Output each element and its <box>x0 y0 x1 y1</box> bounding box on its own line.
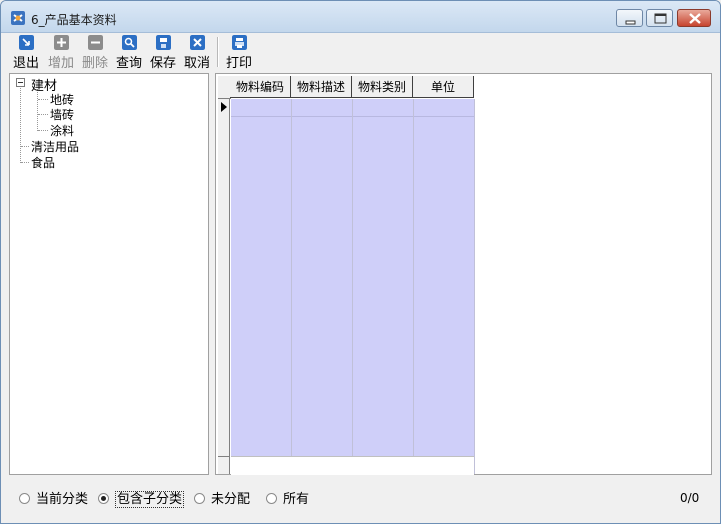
delete-button[interactable]: 删除 <box>78 35 112 71</box>
radio-unassigned[interactable] <box>194 493 205 504</box>
filter-current-category-label: 当前分类 <box>36 492 89 507</box>
row-header-column <box>218 99 230 456</box>
add-label: 增加 <box>47 56 74 71</box>
filter-current-category[interactable]: 当前分类 <box>19 488 88 507</box>
title-bar: 6_产品基本资料 <box>1 1 720 33</box>
tree-node-cleaning-supplies[interactable]: 清洁用品 <box>31 138 79 155</box>
save-label: 保存 <box>149 56 176 71</box>
add-button[interactable]: 增加 <box>44 35 78 71</box>
plus-icon <box>53 35 69 50</box>
filter-include-subcategories[interactable]: 包含子分类 <box>98 488 185 508</box>
tree-node-wall-tile[interactable]: 墙砖 <box>50 106 74 123</box>
tree-node-food[interactable]: 食品 <box>31 154 55 171</box>
filter-all[interactable]: 所有 <box>266 488 309 507</box>
search-icon <box>121 35 137 50</box>
minimize-button[interactable] <box>616 9 643 27</box>
tree-connector <box>38 99 48 100</box>
tree-connector <box>21 162 29 163</box>
app-icon <box>11 11 25 25</box>
query-button[interactable]: 查询 <box>112 35 146 71</box>
cancel-label: 取消 <box>183 56 210 71</box>
query-label: 查询 <box>115 56 142 71</box>
window-title: 6_产品基本资料 <box>31 13 117 27</box>
grid-column-line <box>474 99 475 474</box>
cancel-button[interactable]: 取消 <box>180 35 214 71</box>
tree-connector <box>38 114 48 115</box>
print-icon <box>231 35 247 50</box>
column-header-description[interactable]: 物料描述 <box>291 76 352 98</box>
current-row-pointer-icon <box>221 102 227 112</box>
grid-column-line <box>291 99 292 474</box>
exit-button[interactable]: 退出 <box>9 35 43 71</box>
close-button[interactable] <box>677 9 711 27</box>
tree-collapse-toggle[interactable] <box>16 78 25 87</box>
print-button[interactable]: 打印 <box>222 35 256 71</box>
filter-include-subcategories-label: 包含子分类 <box>115 491 185 508</box>
row-header-footer <box>218 456 230 474</box>
tree-connector <box>21 146 29 147</box>
tree-node-coating[interactable]: 涂料 <box>50 122 74 139</box>
radio-current-category[interactable] <box>19 493 30 504</box>
column-header-category[interactable]: 物料类别 <box>352 76 413 98</box>
column-header-unit[interactable]: 单位 <box>413 76 474 98</box>
print-label: 打印 <box>225 56 252 71</box>
radio-include-subcategories[interactable] <box>98 493 109 504</box>
radio-all[interactable] <box>266 493 277 504</box>
window-maximize-icon <box>654 13 667 24</box>
grid-footer-row <box>231 456 474 475</box>
toolbar-separator <box>217 37 219 67</box>
tree-connector <box>38 130 48 131</box>
material-grid: 物料编码 物料描述 物料类别 单位 <box>215 73 712 475</box>
grid-column-line <box>413 99 414 474</box>
exit-label: 退出 <box>12 56 39 71</box>
tree-connector <box>37 89 38 131</box>
minus-icon <box>87 35 103 50</box>
record-count: 0/0 <box>680 491 700 505</box>
filter-unassigned[interactable]: 未分配 <box>194 488 250 507</box>
save-icon <box>155 35 171 50</box>
toolbar: 退出 增加 删除 查询 保存 取消 打印 <box>1 33 720 71</box>
filter-unassigned-label: 未分配 <box>211 492 251 507</box>
column-header-code[interactable]: 物料编码 <box>230 76 291 98</box>
tree-connector <box>20 88 21 163</box>
cancel-icon <box>189 35 205 50</box>
exit-icon <box>18 35 34 50</box>
delete-label: 删除 <box>81 56 108 71</box>
window-minimize-icon <box>625 20 636 25</box>
window-close-icon <box>689 13 701 24</box>
main-window: 6_产品基本资料 退出 增加 删除 查询 保存 取消 打印 建材 地砖 墙砖 涂… <box>0 0 721 524</box>
category-tree: 建材 地砖 墙砖 涂料 清洁用品 食品 <box>9 73 209 475</box>
filter-bar: 当前分类 包含子分类 未分配 所有 0/0 <box>1 479 720 523</box>
maximize-button[interactable] <box>646 9 673 27</box>
save-button[interactable]: 保存 <box>146 35 180 71</box>
grid-column-line <box>352 99 353 474</box>
filter-all-label: 所有 <box>283 492 310 507</box>
